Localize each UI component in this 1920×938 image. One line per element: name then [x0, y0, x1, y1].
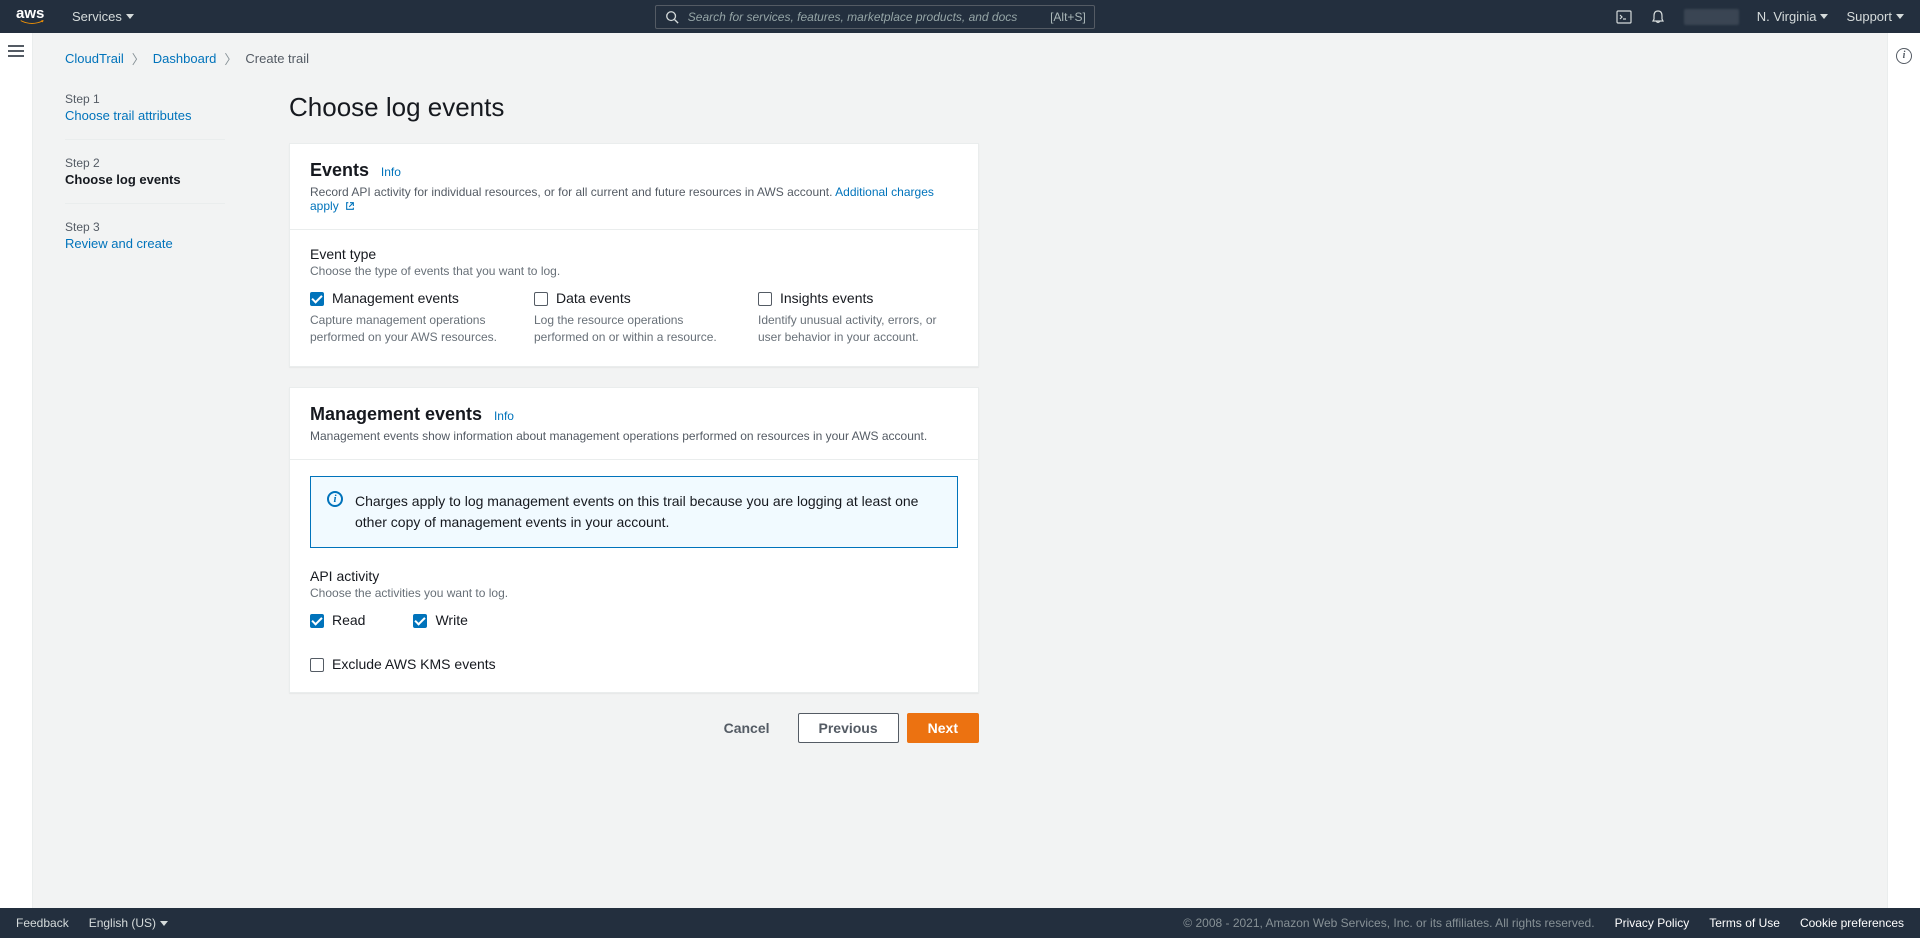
event-type-label: Event type [310, 246, 958, 262]
external-link-icon [345, 201, 355, 211]
cancel-button[interactable]: Cancel [704, 714, 790, 742]
charges-alert: i Charges apply to log management events… [310, 476, 958, 548]
search-shortcut: [Alt+S] [1050, 10, 1086, 24]
wizard-steps: Step 1 Choose trail attributes Step 2 Ch… [65, 92, 225, 743]
services-menu[interactable]: Services [72, 9, 134, 24]
events-panel-title: Events [310, 160, 369, 180]
chevron-down-icon [1820, 14, 1828, 19]
mgmt-info-link[interactable]: Info [494, 409, 514, 423]
management-events-checkbox[interactable]: Management events [310, 290, 510, 306]
checkbox-icon [310, 658, 324, 672]
aws-logo[interactable]: aws [16, 8, 48, 25]
checkbox-icon [758, 292, 772, 306]
data-events-checkbox[interactable]: Data events [534, 290, 734, 306]
right-rail: i [1887, 33, 1920, 908]
step-1[interactable]: Step 1 Choose trail attributes [65, 92, 225, 140]
step-3[interactable]: Step 3 Review and create [65, 220, 225, 267]
insights-events-checkbox[interactable]: Insights events [758, 290, 958, 306]
language-label: English (US) [89, 916, 156, 930]
support-label: Support [1846, 9, 1892, 24]
mgmt-panel-desc: Management events show information about… [310, 429, 958, 443]
checkbox-label: Management events [332, 290, 459, 306]
events-desc: Record API activity for individual resou… [310, 185, 832, 199]
info-icon: i [327, 491, 343, 507]
breadcrumb: CloudTrail 〉 Dashboard 〉 Create trail [65, 33, 1887, 68]
step-label: Choose trail attributes [65, 108, 225, 123]
cloudshell-icon[interactable] [1616, 9, 1632, 25]
api-activity-help: Choose the activities you want to log. [310, 586, 958, 600]
previous-button[interactable]: Previous [798, 713, 899, 743]
read-checkbox[interactable]: Read [310, 612, 365, 628]
alert-text: Charges apply to log management events o… [355, 491, 941, 533]
management-events-panel: Management events Info Management events… [289, 387, 979, 693]
management-events-desc: Capture management operations performed … [310, 312, 510, 346]
top-nav: aws Services [Alt+S] N. Virginia [0, 0, 1920, 33]
page-title: Choose log events [289, 92, 979, 123]
chevron-down-icon [160, 921, 168, 926]
account-name-obscured [1684, 9, 1739, 25]
next-button[interactable]: Next [907, 713, 979, 743]
checkbox-label: Insights events [780, 290, 873, 306]
checkbox-icon [310, 292, 324, 306]
checkbox-label: Data events [556, 290, 631, 306]
help-panel-toggle[interactable]: i [1896, 48, 1912, 64]
step-2: Step 2 Choose log events [65, 156, 225, 204]
checkbox-label: Write [435, 612, 467, 628]
breadcrumb-current: Create trail [245, 51, 309, 66]
privacy-link[interactable]: Privacy Policy [1615, 916, 1690, 930]
breadcrumb-dashboard[interactable]: Dashboard [153, 51, 217, 66]
event-type-help: Choose the type of events that you want … [310, 264, 958, 278]
left-rail [0, 33, 33, 908]
chevron-down-icon [126, 14, 134, 19]
copyright: © 2008 - 2021, Amazon Web Services, Inc.… [1183, 916, 1594, 930]
write-checkbox[interactable]: Write [413, 612, 467, 628]
language-selector[interactable]: English (US) [89, 916, 168, 930]
region-label: N. Virginia [1757, 9, 1817, 24]
wizard-actions: Cancel Previous Next [289, 713, 979, 743]
checkbox-icon [310, 614, 324, 628]
data-events-desc: Log the resource operations performed on… [534, 312, 734, 346]
breadcrumb-service[interactable]: CloudTrail [65, 51, 124, 66]
search-icon [664, 9, 680, 25]
mgmt-panel-title: Management events [310, 404, 482, 424]
chevron-right-icon: 〉 [132, 49, 145, 68]
support-menu[interactable]: Support [1846, 9, 1904, 24]
checkbox-icon [413, 614, 427, 628]
hamburger-icon[interactable] [8, 45, 24, 59]
checkbox-label: Read [332, 612, 365, 628]
terms-link[interactable]: Terms of Use [1709, 916, 1780, 930]
chevron-right-icon: 〉 [224, 49, 237, 68]
events-info-link[interactable]: Info [381, 165, 401, 179]
account-menu[interactable] [1684, 9, 1739, 25]
chevron-down-icon [1896, 14, 1904, 19]
exclude-kms-checkbox[interactable]: Exclude AWS KMS events [310, 656, 958, 672]
checkbox-label: Exclude AWS KMS events [332, 656, 496, 672]
api-activity-label: API activity [310, 568, 958, 584]
services-label: Services [72, 9, 122, 24]
search-input[interactable] [688, 10, 1042, 24]
events-panel: Events Info Record API activity for indi… [289, 143, 979, 367]
checkbox-icon [534, 292, 548, 306]
notifications-icon[interactable] [1650, 9, 1666, 25]
footer-bar: Feedback English (US) © 2008 - 2021, Ama… [0, 908, 1920, 938]
feedback-link[interactable]: Feedback [16, 916, 69, 930]
step-number: Step 1 [65, 92, 225, 106]
cookies-link[interactable]: Cookie preferences [1800, 916, 1904, 930]
step-number: Step 3 [65, 220, 225, 234]
step-number: Step 2 [65, 156, 225, 170]
search-box[interactable]: [Alt+S] [655, 5, 1095, 29]
region-menu[interactable]: N. Virginia [1757, 9, 1829, 24]
step-label: Choose log events [65, 172, 225, 187]
step-label: Review and create [65, 236, 225, 251]
insights-events-desc: Identify unusual activity, errors, or us… [758, 312, 958, 346]
